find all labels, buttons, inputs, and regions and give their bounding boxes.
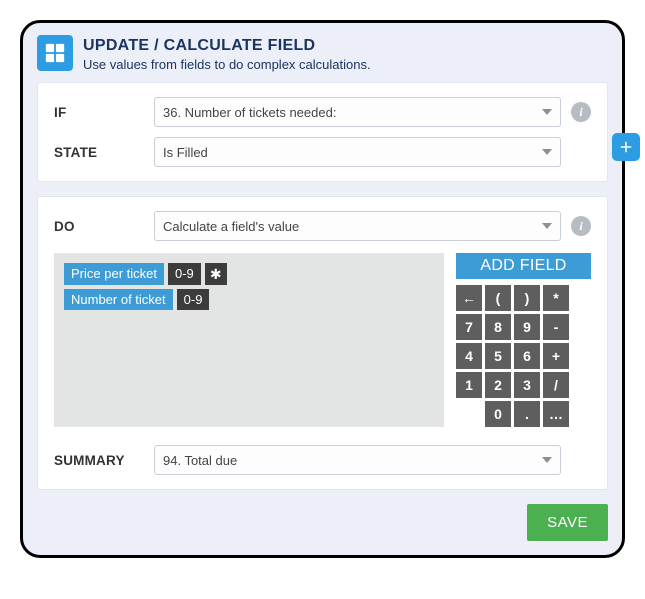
summary-value: 94. Total due [163, 453, 237, 468]
footer: SAVE [37, 504, 608, 541]
key-more[interactable]: … [543, 401, 569, 427]
chevron-down-icon [542, 223, 552, 229]
token-row: Price per ticket 0-9 ✱ [64, 263, 434, 285]
chevron-down-icon [542, 457, 552, 463]
if-value: 36. Number of tickets needed: [163, 105, 336, 120]
state-value: Is Filled [163, 145, 208, 160]
if-label: IF [54, 105, 154, 120]
summary-label: SUMMARY [54, 453, 154, 468]
state-row: STATE Is Filled [54, 137, 591, 167]
key-rparen[interactable]: ) [514, 285, 540, 311]
key-4[interactable]: 4 [456, 343, 482, 369]
summary-select[interactable]: 94. Total due [154, 445, 561, 475]
header-text: UPDATE / CALCULATE FIELD Use values from… [83, 35, 371, 72]
do-value: Calculate a field's value [163, 219, 299, 234]
if-select[interactable]: 36. Number of tickets needed: [154, 97, 561, 127]
header-subtitle: Use values from fields to do complex cal… [83, 57, 371, 72]
key-1[interactable]: 1 [456, 372, 482, 398]
key-sub[interactable]: - [543, 314, 569, 340]
info-icon[interactable]: i [571, 216, 591, 236]
chevron-down-icon [542, 149, 552, 155]
dialog-shell: UPDATE / CALCULATE FIELD Use values from… [20, 20, 625, 558]
token-row: Number of ticket 0-9 [64, 289, 434, 310]
add-field-button[interactable]: ADD FIELD [456, 253, 591, 279]
key-add[interactable]: + [543, 343, 569, 369]
add-condition-button[interactable] [612, 133, 640, 161]
key-5[interactable]: 5 [485, 343, 511, 369]
token-type: 0-9 [177, 289, 210, 310]
save-button[interactable]: SAVE [527, 504, 608, 541]
token-field[interactable]: Price per ticket [64, 263, 164, 285]
key-8[interactable]: 8 [485, 314, 511, 340]
action-panel: DO Calculate a field's value i Price per… [37, 196, 608, 490]
key-mul[interactable]: * [543, 285, 569, 311]
state-label: STATE [54, 145, 154, 160]
key-7[interactable]: 7 [456, 314, 482, 340]
token-field[interactable]: Number of ticket [64, 289, 173, 310]
do-select[interactable]: Calculate a field's value [154, 211, 561, 241]
do-label: DO [54, 219, 154, 234]
summary-row: SUMMARY 94. Total due [54, 445, 591, 475]
token-type: 0-9 [168, 263, 201, 285]
info-icon[interactable]: i [571, 102, 591, 122]
key-div[interactable]: / [543, 372, 569, 398]
condition-panel: IF 36. Number of tickets needed: i STATE… [37, 82, 608, 182]
calc-sidebar: ADD FIELD ← ( ) * 7 8 9 - 4 5 6 + 1 2 3 [456, 253, 591, 427]
keypad: ← ( ) * 7 8 9 - 4 5 6 + 1 2 3 / [456, 285, 569, 427]
calc-canvas[interactable]: Price per ticket 0-9 ✱ Number of ticket … [54, 253, 444, 427]
chevron-down-icon [542, 109, 552, 115]
key-2[interactable]: 2 [485, 372, 511, 398]
calculator-icon [37, 35, 73, 71]
key-empty [456, 401, 482, 427]
state-select[interactable]: Is Filled [154, 137, 561, 167]
key-3[interactable]: 3 [514, 372, 540, 398]
header: UPDATE / CALCULATE FIELD Use values from… [37, 35, 608, 72]
key-dot[interactable]: . [514, 401, 540, 427]
calc-area: Price per ticket 0-9 ✱ Number of ticket … [54, 253, 591, 427]
header-title: UPDATE / CALCULATE FIELD [83, 37, 371, 55]
key-lparen[interactable]: ( [485, 285, 511, 311]
do-row: DO Calculate a field's value i [54, 211, 591, 241]
if-row: IF 36. Number of tickets needed: i [54, 97, 591, 127]
key-back[interactable]: ← [456, 285, 482, 311]
token-operator[interactable]: ✱ [205, 263, 227, 285]
key-9[interactable]: 9 [514, 314, 540, 340]
key-0[interactable]: 0 [485, 401, 511, 427]
key-6[interactable]: 6 [514, 343, 540, 369]
